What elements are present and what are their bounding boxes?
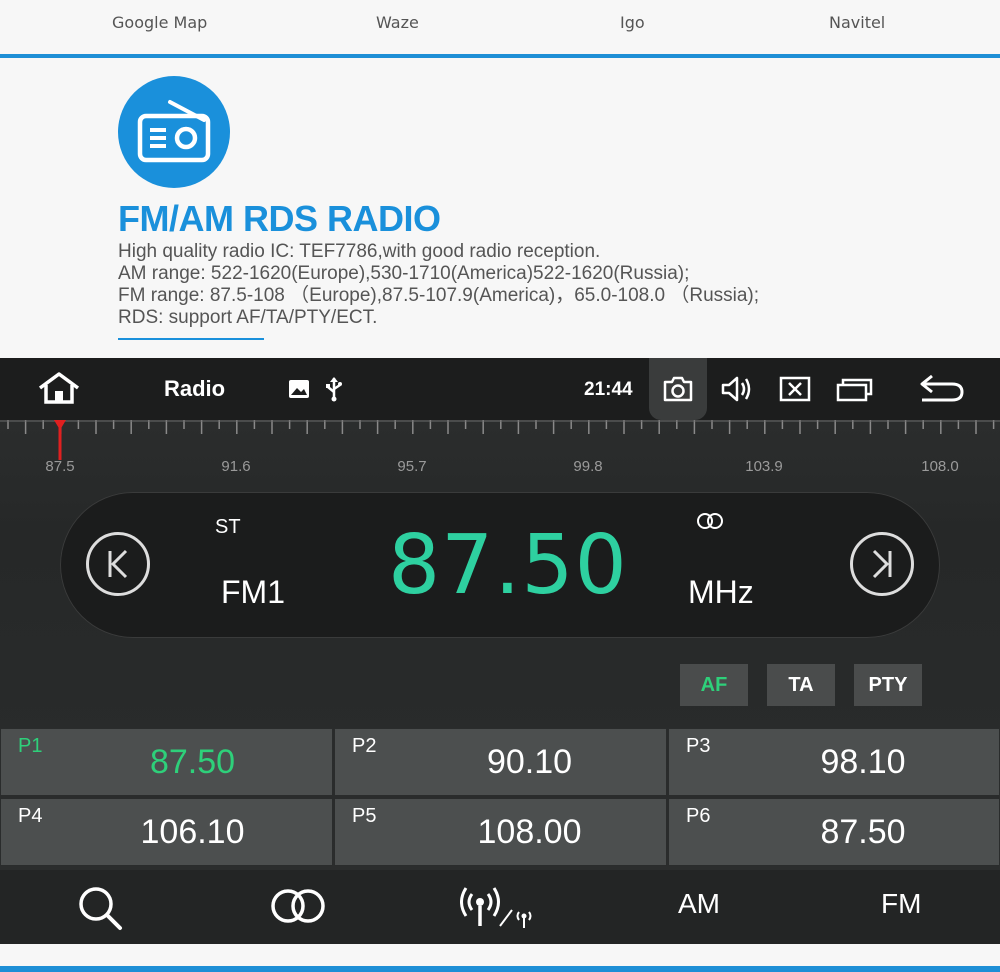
home-icon[interactable] [36, 371, 82, 410]
preset-p4[interactable]: P4 106.10 [0, 798, 333, 866]
promo-line: FM range: 87.5-108 （Europe),87.5-107.9(A… [118, 285, 760, 306]
tuning-needle-head [54, 420, 66, 430]
nav-igo[interactable]: Igo [620, 13, 645, 32]
promo-description: High quality radio IC: TEF7786,with good… [118, 241, 759, 329]
tuner-ticks [0, 420, 1000, 460]
frequency-unit: MHz [688, 574, 754, 610]
seek-next-icon [872, 549, 892, 579]
band-label: FM1 [221, 574, 285, 610]
af-toggle[interactable]: AF [680, 664, 748, 706]
preset-frequency: 90.10 [486, 743, 573, 781]
top-nav: Google Map Waze Igo Navitel [0, 0, 1000, 52]
bottom-toolbar: AM FM [0, 870, 1000, 944]
top-divider [0, 54, 1000, 58]
scale-label: 95.7 [397, 458, 427, 475]
scale-label: 108.0 [921, 458, 959, 475]
product-page: Google Map Waze Igo Navitel FM/AM RDS RA… [0, 0, 1000, 972]
promo-line: RDS: support AF/TA/PTY/ECT. [118, 307, 378, 328]
current-frequency: 87.50 [388, 518, 628, 613]
screen-title: Radio [164, 376, 226, 401]
preset-p1[interactable]: P1 87.50 [0, 728, 333, 796]
stereo-icon[interactable] [268, 886, 328, 931]
camera-button[interactable] [649, 358, 707, 420]
preset-frequency: 108.00 [477, 813, 582, 851]
clock: 21:44 [584, 379, 633, 400]
preset-grid: P1 87.50 P2 90.10 P3 98.10 P4 106.10 P5 … [0, 728, 1000, 868]
preset-p5[interactable]: P5 108.00 [334, 798, 667, 866]
preset-p6[interactable]: P6 87.50 [668, 798, 1000, 866]
preset-frequency: 98.10 [820, 743, 906, 781]
promo-underline [118, 338, 264, 340]
promo-line: High quality radio IC: TEF7786,with good… [118, 241, 601, 262]
am-band-button[interactable]: AM [678, 888, 720, 920]
pty-toggle[interactable]: PTY [854, 664, 922, 706]
image-icon [288, 379, 310, 404]
scale-label: 91.6 [221, 458, 251, 475]
stereo-icon [694, 512, 726, 535]
nav-google-map[interactable]: Google Map [112, 13, 207, 32]
search-icon[interactable] [76, 884, 124, 937]
volume-icon[interactable] [720, 374, 754, 409]
nav-waze[interactable]: Waze [376, 13, 419, 32]
scale-label: 103.9 [745, 458, 783, 475]
preset-frequency: 106.10 [140, 813, 245, 851]
nav-navitel[interactable]: Navitel [829, 13, 885, 32]
preset-frequency: 87.50 [820, 813, 906, 851]
status-bar: Radio 21:44 [0, 358, 1000, 420]
back-icon[interactable] [918, 374, 964, 409]
usb-icon [325, 376, 343, 407]
broadcast-icon[interactable] [460, 884, 538, 935]
promo-line: AM range: 522-1620(Europe),530-1710(Amer… [118, 263, 690, 284]
seek-prev-button[interactable] [86, 532, 150, 596]
multitask-icon[interactable] [836, 376, 874, 407]
camera-icon [663, 376, 693, 402]
frequency-display: ST FM1 87.50 MHz [60, 492, 940, 638]
radio-screen: Radio 21:44 87.5 91.6 95.7 99.8 103.9 10… [0, 358, 1000, 944]
seek-next-button[interactable] [850, 532, 914, 596]
preset-p2[interactable]: P2 90.10 [334, 728, 667, 796]
close-window-icon[interactable] [779, 376, 811, 407]
scale-label: 99.8 [573, 458, 603, 475]
preset-frequency: 87.50 [149, 743, 236, 781]
bottom-divider [0, 966, 1000, 972]
fm-band-button[interactable]: FM [881, 888, 921, 920]
promo-title: FM/AM RDS RADIO [118, 198, 441, 239]
seek-prev-icon [108, 549, 128, 579]
stereo-indicator: ST [215, 516, 241, 538]
radio-icon [118, 76, 230, 188]
preset-p3[interactable]: P3 98.10 [668, 728, 1000, 796]
scale-label: 87.5 [45, 458, 75, 475]
ta-toggle[interactable]: TA [767, 664, 835, 706]
tuner-scale[interactable]: 87.5 91.6 95.7 99.8 103.9 108.0 [0, 420, 1000, 480]
